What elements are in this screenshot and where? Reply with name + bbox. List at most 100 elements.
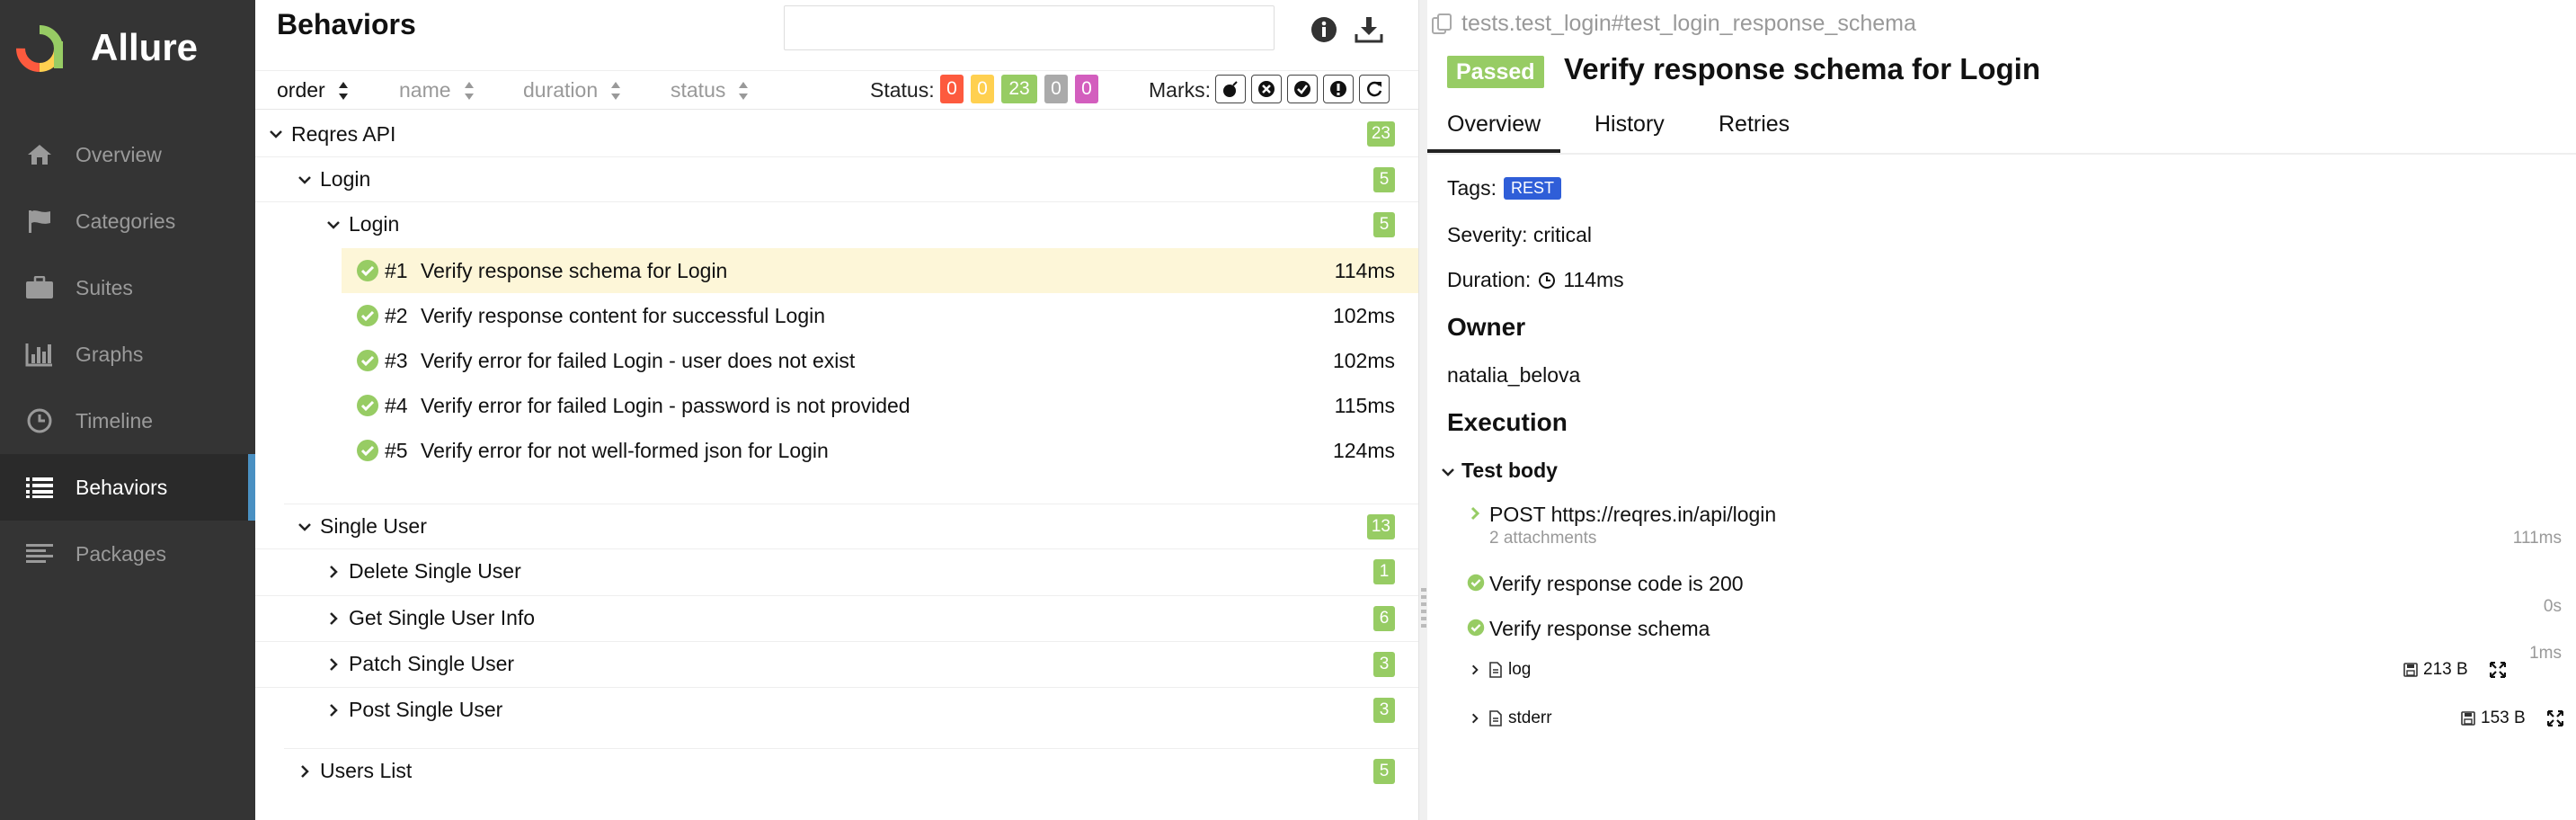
sidebar-item-behaviors[interactable]: Behaviors (0, 454, 255, 521)
test-number: #5 (385, 438, 408, 462)
tree-group-post-single-user[interactable]: Post Single User 3 (255, 687, 1418, 732)
sidebar-item-label: Overview (76, 142, 162, 166)
sort-bar: order name duration status Status: 0 0 2… (255, 70, 1418, 110)
tags-label: Tags: (1447, 176, 1497, 200)
step-post-login[interactable]: POST https://reqres.in/api/login 2 attac… (1427, 500, 2576, 552)
passed-icon (357, 395, 378, 416)
sort-label: order (277, 78, 325, 102)
sort-by-status[interactable]: status (671, 78, 749, 102)
file-icon (1489, 710, 1502, 726)
expand-icon[interactable] (2547, 710, 2563, 726)
page-title: Behaviors (277, 8, 416, 40)
tag-badge: REST (1503, 177, 1561, 200)
test-name: Verify error for failed Login - user doe… (421, 348, 856, 372)
test-row[interactable]: #3 Verify error for failed Login - user … (342, 338, 1418, 383)
passed-count-badge: 3 (1373, 697, 1395, 723)
tab-overview[interactable]: Overview (1426, 111, 1561, 153)
passed-count-badge: 3 (1373, 651, 1395, 677)
allure-logo-icon (16, 25, 63, 72)
test-duration: 124ms (1332, 438, 1395, 462)
group-label: Users List (320, 759, 413, 782)
mark-new-broken-toggle[interactable] (1323, 75, 1354, 103)
sidebar-item-packages[interactable]: Packages (0, 521, 255, 587)
tree-group-delete-single-user[interactable]: Delete Single User 1 (255, 548, 1418, 593)
sidebar-item-label: Suites (76, 275, 133, 299)
pane-resize-handle[interactable] (1418, 0, 1427, 820)
mark-new-failed-toggle[interactable] (1251, 75, 1282, 103)
tab-retries[interactable]: Retries (1719, 111, 1790, 138)
tree-group-get-single-user-info[interactable]: Get Single User Info 6 (255, 595, 1418, 640)
status-passed-toggle[interactable]: 23 (1001, 75, 1037, 103)
mark-new-passed-toggle[interactable] (1287, 75, 1318, 103)
attachment-name: log (1508, 660, 1532, 679)
test-number: #3 (385, 348, 408, 372)
step-title: POST https://reqres.in/api/login (1489, 503, 1777, 526)
step-attachments-count: 2 attachments (1489, 529, 1597, 548)
sort-by-order[interactable]: order (277, 78, 349, 102)
tree-group-login-story[interactable]: Login 5 (255, 201, 1418, 246)
step-duration: 111ms (2512, 529, 2562, 548)
group-label: Patch Single User (349, 652, 515, 675)
status-broken-toggle[interactable]: 0 (971, 75, 994, 103)
group-label: Login (320, 167, 371, 191)
passed-icon (1467, 619, 1485, 637)
status-skipped-toggle[interactable]: 0 (1044, 75, 1068, 103)
status-failed-toggle[interactable]: 0 (940, 75, 964, 103)
passed-count-badge: 1 (1373, 558, 1395, 584)
breadcrumb: tests.test_login#test_login_response_sch… (1431, 11, 1916, 37)
chevron-right-icon (330, 565, 338, 578)
tab-history[interactable]: History (1594, 111, 1665, 138)
mark-flaky-toggle[interactable] (1215, 75, 1246, 103)
sort-label: duration (523, 78, 599, 102)
tree-group-single-user[interactable]: Single User 13 (284, 504, 1418, 548)
bomb-icon (1223, 81, 1238, 97)
sidebar-item-label: Graphs (76, 342, 144, 366)
align-left-icon (23, 538, 56, 570)
search-input[interactable] (784, 5, 1275, 50)
passed-count-badge: 5 (1373, 211, 1395, 237)
tree-group-users-list[interactable]: Users List 5 (284, 748, 1418, 793)
attachment-log[interactable]: log 213 B (1427, 658, 2560, 685)
sidebar-item-timeline[interactable]: Timeline (0, 388, 255, 454)
save-icon (2461, 711, 2475, 726)
clock-icon (1539, 272, 1556, 289)
sort-by-duration[interactable]: duration (523, 78, 621, 102)
tree-group-patch-single-user[interactable]: Patch Single User 3 (255, 641, 1418, 686)
download-icon[interactable] (1354, 14, 1384, 45)
group-label: Post Single User (349, 698, 503, 721)
sidebar-item-suites[interactable]: Suites (0, 254, 255, 321)
list-icon (23, 471, 56, 504)
sidebar-item-categories[interactable]: Categories (0, 188, 255, 254)
status-unknown-toggle[interactable]: 0 (1075, 75, 1098, 103)
tree-group-login-feature[interactable]: Login 5 (255, 156, 1418, 201)
sort-by-name[interactable]: name (399, 78, 475, 102)
test-body-toggle[interactable]: Test body (1440, 459, 1710, 486)
test-duration: 115ms (1334, 393, 1395, 417)
attachment-size-row: 153 B (2461, 709, 2526, 728)
attachment-name: stderr (1508, 709, 1552, 727)
save-icon (2403, 663, 2418, 677)
chevron-right-icon (330, 703, 338, 717)
test-row[interactable]: #1 Verify response schema for Login 114m… (342, 248, 1418, 293)
test-row[interactable]: #5 Verify error for not well-formed json… (342, 428, 1418, 473)
tree-group-reqres-api[interactable]: Reqres API 23 (255, 111, 1418, 156)
sort-label: name (399, 78, 451, 102)
file-icon (1489, 662, 1502, 678)
test-row[interactable]: #2 Verify response content for successfu… (342, 293, 1418, 338)
step-title: Verify response code is 200 (1489, 572, 1744, 595)
sidebar-item-overview[interactable]: Overview (0, 121, 255, 188)
test-duration: 102ms (1332, 303, 1395, 327)
test-name: Verify response content for successful L… (421, 303, 826, 327)
sort-icon (611, 81, 621, 100)
mark-retries-toggle[interactable] (1359, 75, 1390, 103)
owner-value: natalia_belova (1447, 363, 1581, 387)
test-row[interactable]: #4 Verify error for failed Login - passw… (342, 383, 1418, 428)
chevron-right-icon (1471, 713, 1479, 724)
copy-icon[interactable] (1431, 13, 1452, 36)
sidebar-item-graphs[interactable]: Graphs (0, 321, 255, 388)
attachment-stderr[interactable]: stderr 153 B (1427, 707, 2576, 734)
group-label: Reqres API (291, 121, 396, 146)
home-icon (23, 138, 56, 171)
expand-icon[interactable] (2490, 662, 2506, 678)
info-icon[interactable] (1309, 14, 1339, 45)
